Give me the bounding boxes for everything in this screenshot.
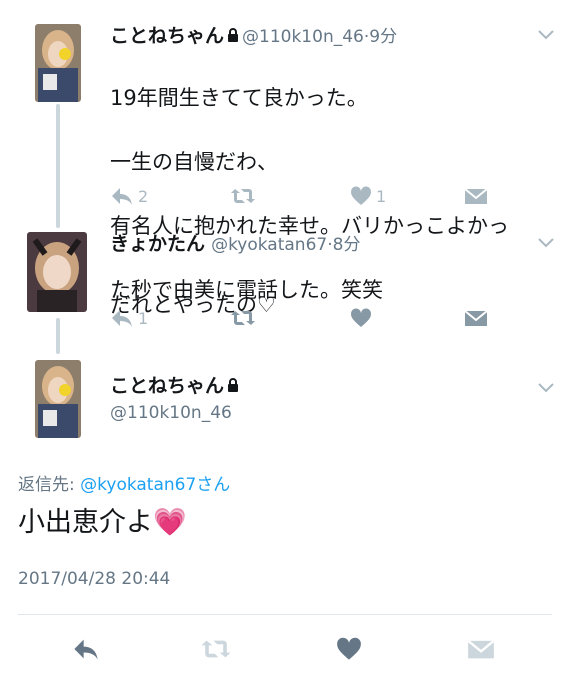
- reply-button[interactable]: [72, 633, 100, 665]
- direct-message-icon: [467, 639, 495, 659]
- reply-icon: [112, 188, 132, 205]
- dm-button[interactable]: [467, 633, 495, 665]
- heart-icon: [337, 637, 361, 660]
- tweet-timestamp[interactable]: 2017/04/28 20:44: [18, 569, 170, 589]
- chevron-down-icon[interactable]: [538, 383, 554, 393]
- like-button[interactable]: [350, 306, 372, 330]
- handle[interactable]: @110k10n_46: [110, 403, 232, 423]
- reply-to-handle[interactable]: @kyokatan67さん: [80, 475, 230, 495]
- reply-icon: [74, 639, 98, 660]
- retweet-button[interactable]: [230, 306, 256, 330]
- timestamp[interactable]: 9分: [369, 27, 397, 47]
- thread-line-2: [56, 318, 60, 354]
- timestamp[interactable]: 8分: [333, 235, 361, 255]
- lock-icon: [228, 378, 239, 392]
- like-button[interactable]: [336, 633, 362, 665]
- thread-line-1: [56, 104, 60, 228]
- main-tweet-text: 小出恵介よ💗: [18, 507, 187, 538]
- chevron-down-icon[interactable]: [538, 30, 554, 40]
- handle[interactable]: @110k10n_46: [242, 27, 364, 47]
- tweet-actions: 2 1: [110, 184, 510, 208]
- like-button[interactable]: 1: [350, 184, 386, 208]
- reply-to: 返信先: @kyokatan67さん: [18, 470, 230, 495]
- tweet-header: きょかたん @kyokatan67·8分: [110, 233, 361, 255]
- main-tweet-header: ことねちゃん @110k10n_46: [110, 374, 552, 425]
- like-count: 1: [376, 186, 387, 206]
- reply-button[interactable]: 1: [110, 306, 148, 330]
- tweet-header: ことねちゃん @110k10n_46·9分: [110, 25, 398, 47]
- reply-count: 1: [138, 308, 149, 328]
- heart-icon: [350, 186, 372, 205]
- reply-count: 2: [138, 186, 149, 206]
- retweet-icon: [231, 311, 255, 325]
- tweet-actions: 1: [110, 306, 510, 330]
- dm-button[interactable]: [464, 184, 488, 208]
- avatar[interactable]: [35, 360, 81, 438]
- display-name[interactable]: ことねちゃん: [110, 25, 224, 47]
- heart-icon: [350, 308, 372, 327]
- direct-message-icon: [464, 310, 488, 326]
- display-name[interactable]: きょかたん: [110, 233, 205, 255]
- dm-button[interactable]: [464, 306, 488, 330]
- direct-message-icon: [464, 188, 488, 204]
- retweet-icon: [231, 189, 255, 203]
- chevron-down-icon[interactable]: [538, 238, 554, 248]
- tweet-text: だれとやったの♡: [110, 293, 276, 317]
- retweet-button[interactable]: [230, 184, 256, 208]
- avatar[interactable]: [27, 232, 87, 312]
- lock-icon: [228, 28, 239, 42]
- reply-to-label: 返信先:: [18, 475, 81, 495]
- reply-button[interactable]: 2: [110, 184, 148, 208]
- divider: [18, 614, 552, 615]
- display-name[interactable]: ことねちゃん: [110, 375, 224, 397]
- retweet-icon: [201, 640, 231, 658]
- reply-icon: [112, 310, 132, 327]
- avatar[interactable]: [35, 24, 81, 102]
- handle[interactable]: @kyokatan67: [211, 235, 327, 255]
- main-tweet-actions: [0, 633, 570, 665]
- retweet-button[interactable]: [200, 633, 232, 665]
